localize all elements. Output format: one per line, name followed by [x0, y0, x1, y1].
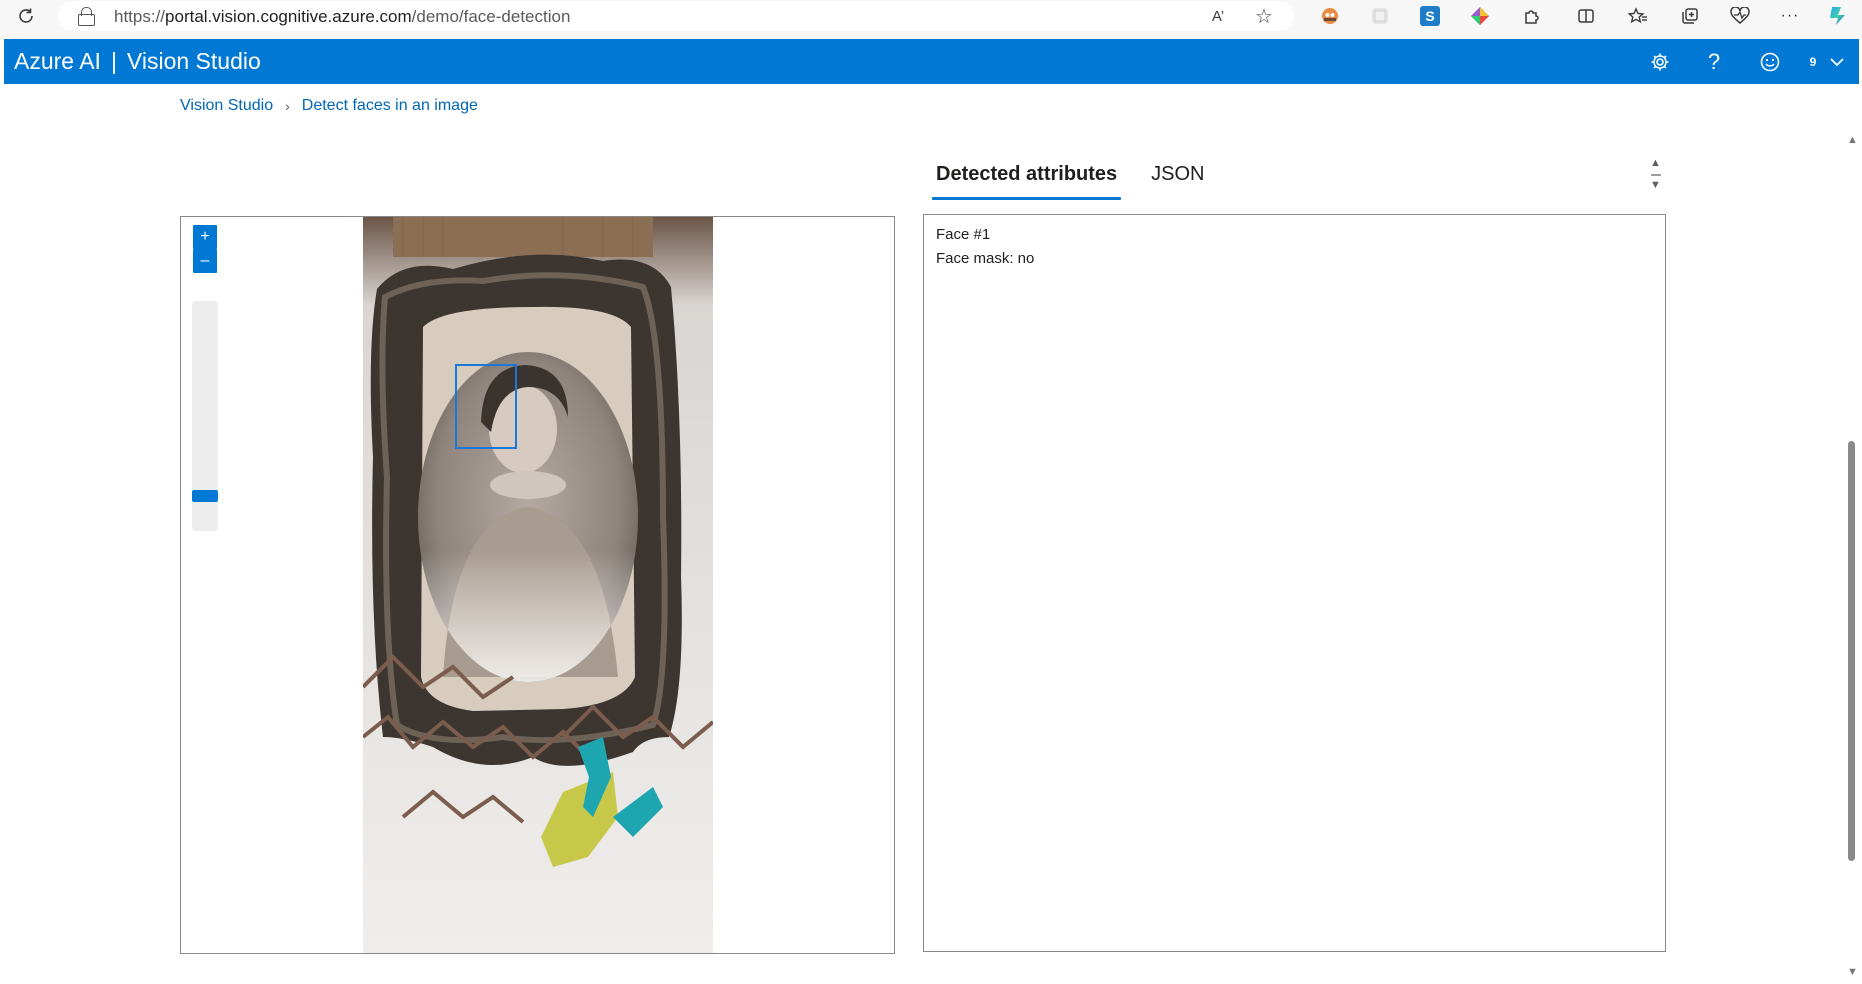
app-brand[interactable]: Azure AI | Vision Studio	[14, 48, 261, 75]
extension-grid-icon[interactable]	[1366, 0, 1394, 32]
brand-name: Azure AI	[14, 48, 101, 74]
read-aloud-icon[interactable]: A’	[1204, 1, 1232, 31]
favorites-icon[interactable]	[1624, 0, 1652, 32]
tab-scroller[interactable]: ▲ ▼	[1648, 157, 1664, 195]
collections-icon[interactable]	[1676, 0, 1704, 32]
image-viewer[interactable]: + –	[180, 216, 895, 954]
breadcrumb-vision-studio[interactable]: Vision Studio	[180, 97, 273, 115]
detected-attributes-panel: Face #1 Face mask: no	[923, 214, 1666, 952]
notification-count[interactable]: 9	[1804, 39, 1822, 84]
scroll-down-arrow-icon[interactable]: ▼	[1847, 966, 1858, 978]
face-label: Face #1	[936, 226, 991, 243]
zoom-slider[interactable]	[192, 301, 218, 531]
tab-scroll-divider	[1651, 174, 1661, 176]
tab-scroll-up-icon[interactable]: ▲	[1650, 157, 1661, 169]
split-screen-icon[interactable]	[1572, 0, 1600, 32]
uploaded-image	[363, 217, 713, 953]
extension-diamond-icon[interactable]	[1466, 0, 1494, 32]
app-header: Azure AI | Vision Studio ? 9	[4, 39, 1859, 84]
brand-separator: |	[110, 48, 117, 74]
zoom-slider-thumb[interactable]	[192, 489, 218, 502]
face-bounding-box[interactable]	[455, 364, 517, 449]
scroll-up-arrow-icon[interactable]: ▲	[1847, 134, 1858, 146]
url-text[interactable]: https://portal.vision.cognitive.azure.co…	[114, 7, 570, 27]
breadcrumb: Vision Studio › Detect faces in an image	[180, 97, 478, 115]
breadcrumb-detect-faces[interactable]: Detect faces in an image	[302, 97, 478, 115]
result-tabs: Detected attributes JSON	[932, 160, 1235, 202]
lock-icon[interactable]	[78, 7, 95, 26]
extension-s-icon[interactable]: S	[1416, 0, 1444, 32]
svg-text:S: S	[1425, 8, 1434, 24]
tab-json[interactable]: JSON	[1147, 160, 1208, 200]
help-icon[interactable]: ?	[1694, 39, 1734, 84]
copilot-icon[interactable]	[1824, 0, 1852, 32]
more-icon[interactable]: ···	[1776, 0, 1804, 32]
tab-detected-attributes[interactable]: Detected attributes	[932, 160, 1122, 200]
favorite-star-icon[interactable]: ☆	[1250, 1, 1278, 31]
extensions-puzzle-icon[interactable]	[1518, 0, 1546, 32]
feedback-smiley-icon[interactable]	[1750, 39, 1790, 84]
refresh-icon[interactable]	[12, 0, 40, 32]
product-name: Vision Studio	[126, 48, 261, 74]
face-mask-attribute: Face mask: no	[936, 250, 1035, 267]
page-scrollbar-thumb[interactable]	[1848, 441, 1855, 861]
zoom-out-button[interactable]: –	[193, 249, 217, 273]
browser-toolbar: https://portal.vision.cognitive.azure.co…	[0, 0, 1862, 39]
browser-essentials-icon[interactable]	[1726, 0, 1754, 32]
settings-icon[interactable]	[1640, 39, 1680, 84]
extension-avatar-icon[interactable]	[1316, 0, 1344, 32]
chevron-right-icon: ›	[285, 98, 290, 114]
zoom-in-button[interactable]: +	[193, 225, 217, 249]
address-bar[interactable]: https://portal.vision.cognitive.azure.co…	[58, 1, 1294, 31]
tab-scroll-down-icon[interactable]: ▼	[1650, 179, 1661, 191]
page-scrollbar[interactable]: ▲ ▼	[1844, 128, 1862, 984]
chevron-down-icon[interactable]	[1826, 39, 1848, 84]
